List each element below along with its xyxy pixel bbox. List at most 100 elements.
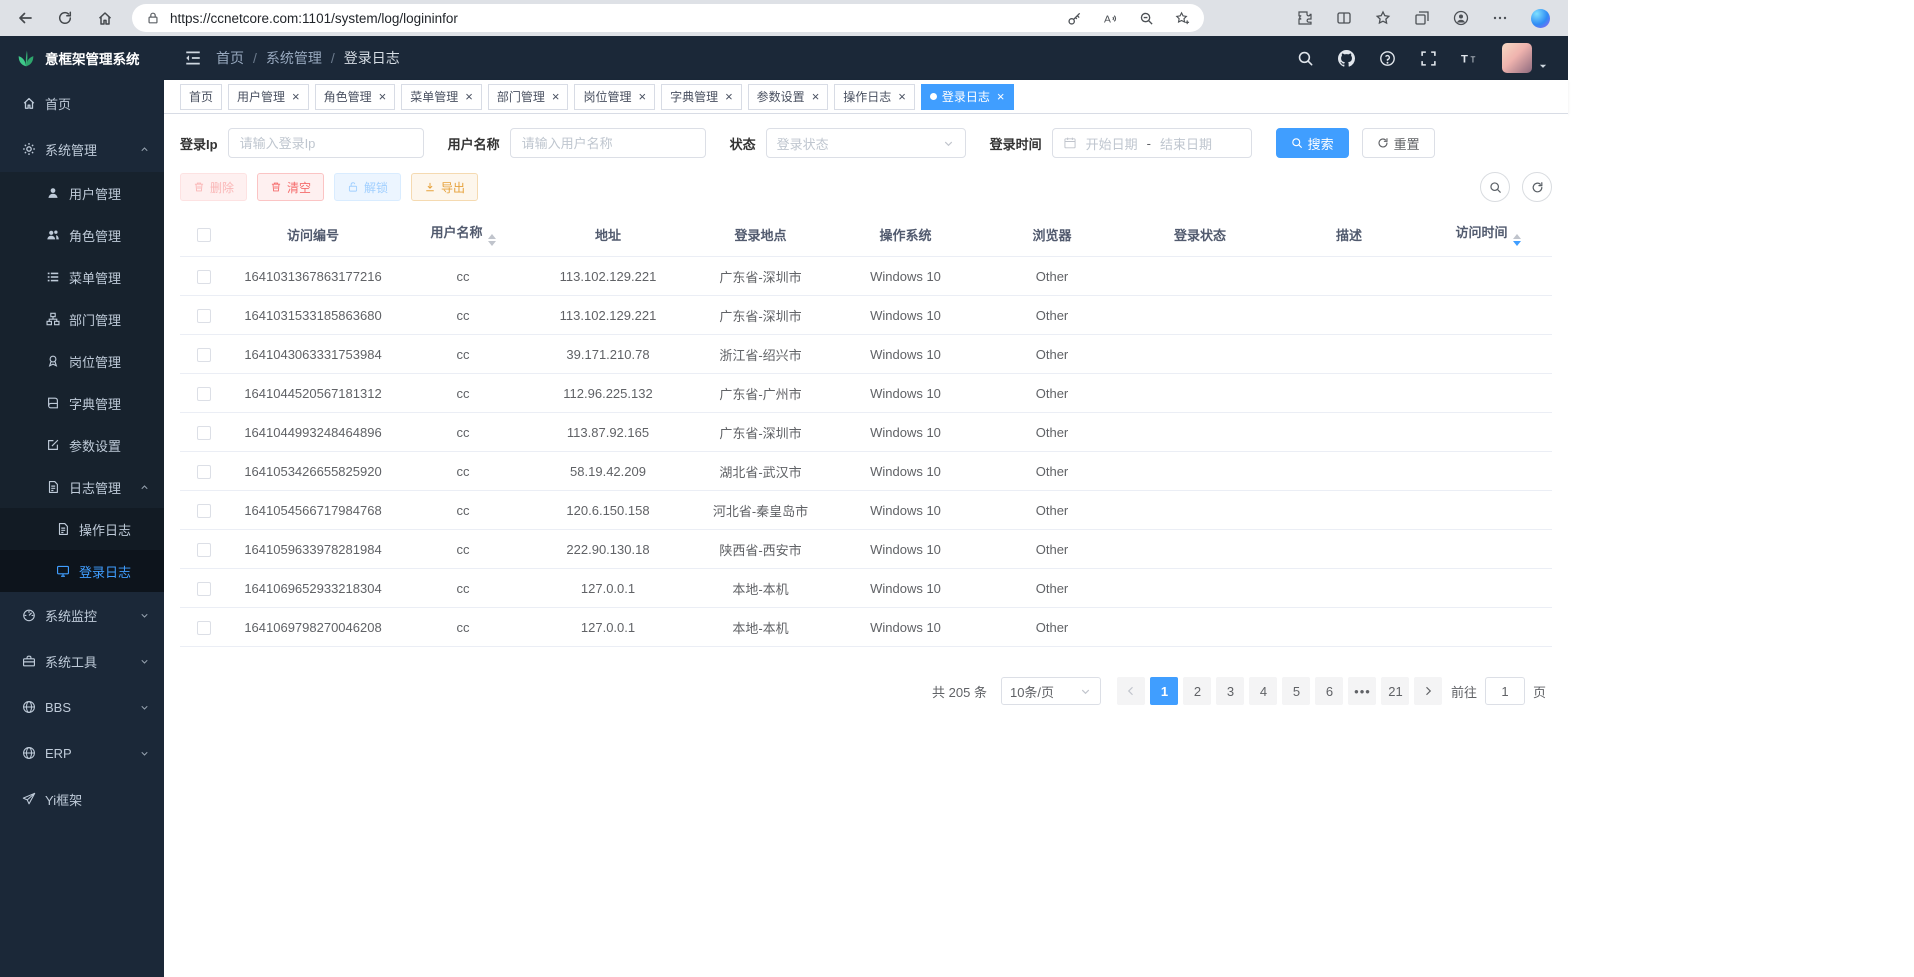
select-all-checkbox[interactable]	[197, 228, 211, 242]
copilot-icon[interactable]	[1531, 9, 1550, 28]
date-range-picker[interactable]: 开始日期 - 结束日期	[1052, 128, 1252, 158]
sidebar-item-tool[interactable]: 系统工具	[0, 638, 164, 684]
collections-icon[interactable]	[1414, 10, 1430, 26]
tab-7[interactable]: 参数设置×	[748, 84, 829, 110]
url-text[interactable]: https://ccnetcore.com:1101/system/log/lo…	[170, 11, 1067, 26]
pager-more[interactable]: •••	[1348, 677, 1376, 705]
sidebar-item-bbs[interactable]: BBS	[0, 684, 164, 730]
breadcrumb-item[interactable]: 首页	[216, 48, 244, 68]
tab-1[interactable]: 用户管理×	[228, 84, 309, 110]
search-button[interactable]: 搜索	[1276, 128, 1349, 158]
zoom-out-icon[interactable]	[1139, 11, 1154, 26]
sidebar-item-loginlog[interactable]: 登录日志	[0, 550, 164, 592]
row-checkbox[interactable]	[197, 504, 211, 518]
sidebar-item-erp[interactable]: ERP	[0, 730, 164, 776]
collapse-sidebar-icon[interactable]	[184, 49, 202, 67]
sidebar-item-role[interactable]: 角色管理	[0, 214, 164, 256]
extensions-icon[interactable]	[1297, 10, 1313, 26]
status-select[interactable]: 登录状态	[766, 128, 966, 158]
refresh-icon[interactable]	[50, 3, 80, 33]
sort-icon[interactable]	[488, 234, 496, 246]
sidebar-item-post[interactable]: 岗位管理	[0, 340, 164, 382]
tab-9[interactable]: 登录日志×	[921, 84, 1014, 110]
header-search-icon[interactable]	[1297, 50, 1314, 67]
site-security-icon[interactable]	[146, 11, 160, 25]
refresh-table-button[interactable]	[1522, 172, 1552, 202]
login-ip-input[interactable]	[228, 128, 424, 158]
toggle-search-button[interactable]	[1480, 172, 1510, 202]
sidebar-item-log[interactable]: 日志管理	[0, 466, 164, 508]
read-aloud-icon[interactable]: A	[1103, 11, 1118, 26]
start-date-placeholder[interactable]: 开始日期	[1086, 134, 1138, 153]
tab-4[interactable]: 部门管理×	[488, 84, 569, 110]
sort-icon[interactable]	[1513, 234, 1521, 246]
github-icon[interactable]	[1338, 50, 1355, 67]
close-icon[interactable]: ×	[379, 89, 387, 104]
sidebar-item-yi[interactable]: Yi框架	[0, 776, 164, 822]
tab-2[interactable]: 角色管理×	[315, 84, 396, 110]
favorites-icon[interactable]	[1375, 10, 1391, 26]
sidebar-item-monitor[interactable]: 系统监控	[0, 592, 164, 638]
tab-0[interactable]: 首页	[180, 84, 222, 110]
address-bar[interactable]: https://ccnetcore.com:1101/system/log/lo…	[132, 4, 1204, 32]
pager-page-6[interactable]: 6	[1315, 677, 1343, 705]
pager-page-3[interactable]: 3	[1216, 677, 1244, 705]
tab-6[interactable]: 字典管理×	[661, 84, 742, 110]
back-icon[interactable]	[10, 3, 40, 33]
clear-button[interactable]: 清空	[257, 173, 324, 201]
sidebar-item-user[interactable]: 用户管理	[0, 172, 164, 214]
unlock-button[interactable]: 解锁	[334, 173, 401, 201]
reset-button[interactable]: 重置	[1362, 128, 1435, 158]
end-date-placeholder[interactable]: 结束日期	[1160, 134, 1212, 153]
font-size-icon[interactable]: TT	[1461, 50, 1478, 67]
close-icon[interactable]: ×	[997, 89, 1005, 104]
breadcrumb-item[interactable]: 系统管理	[266, 48, 322, 68]
row-checkbox[interactable]	[197, 543, 211, 557]
prev-page-button[interactable]	[1117, 677, 1145, 705]
sidebar-item-home[interactable]: 首页	[0, 80, 164, 126]
pager-page-4[interactable]: 4	[1249, 677, 1277, 705]
pager-page-1[interactable]: 1	[1150, 677, 1178, 705]
sidebar-item-dept[interactable]: 部门管理	[0, 298, 164, 340]
sidebar-item-system[interactable]: 系统管理	[0, 126, 164, 172]
page-size-select[interactable]: 10条/页	[1001, 677, 1101, 705]
more-icon[interactable]	[1492, 10, 1508, 26]
close-icon[interactable]: ×	[898, 89, 906, 104]
row-checkbox[interactable]	[197, 582, 211, 596]
row-checkbox[interactable]	[197, 426, 211, 440]
close-icon[interactable]: ×	[292, 89, 300, 104]
export-button[interactable]: 导出	[411, 173, 478, 201]
sidebar-item-param[interactable]: 参数设置	[0, 424, 164, 466]
close-icon[interactable]: ×	[638, 89, 646, 104]
column-header[interactable]: 用户名称	[398, 212, 528, 257]
user-avatar-menu[interactable]	[1502, 43, 1548, 73]
close-icon[interactable]: ×	[552, 89, 560, 104]
help-icon[interactable]	[1379, 50, 1396, 67]
sidebar-item-dict[interactable]: 字典管理	[0, 382, 164, 424]
sidebar-item-menu[interactable]: 菜单管理	[0, 256, 164, 298]
row-checkbox[interactable]	[197, 309, 211, 323]
tab-3[interactable]: 菜单管理×	[401, 84, 482, 110]
close-icon[interactable]: ×	[812, 89, 820, 104]
favorite-add-icon[interactable]	[1175, 11, 1190, 26]
row-checkbox[interactable]	[197, 621, 211, 635]
close-icon[interactable]: ×	[725, 89, 733, 104]
column-header[interactable]: 访问时间	[1424, 212, 1552, 257]
home-icon[interactable]	[90, 3, 120, 33]
next-page-button[interactable]	[1414, 677, 1442, 705]
username-input[interactable]	[510, 128, 706, 158]
pager-page-21[interactable]: 21	[1381, 677, 1409, 705]
split-screen-icon[interactable]	[1336, 10, 1352, 26]
fullscreen-icon[interactable]	[1420, 50, 1437, 67]
key-icon[interactable]	[1067, 11, 1082, 26]
profile-icon[interactable]	[1453, 10, 1469, 26]
row-checkbox[interactable]	[197, 387, 211, 401]
close-icon[interactable]: ×	[465, 89, 473, 104]
row-checkbox[interactable]	[197, 465, 211, 479]
row-checkbox[interactable]	[197, 348, 211, 362]
tab-8[interactable]: 操作日志×	[834, 84, 915, 110]
goto-page-input[interactable]	[1485, 677, 1525, 705]
pager-page-2[interactable]: 2	[1183, 677, 1211, 705]
tab-5[interactable]: 岗位管理×	[574, 84, 655, 110]
delete-button[interactable]: 删除	[180, 173, 247, 201]
